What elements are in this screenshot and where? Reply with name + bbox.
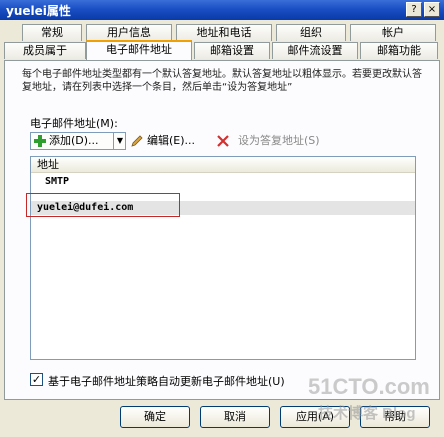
highlight-callout: [26, 193, 180, 217]
tab-mailbox-features[interactable]: 邮箱功能: [360, 42, 438, 59]
tab-user-info[interactable]: 用户信息: [86, 24, 172, 41]
help-title-button[interactable]: ?: [406, 2, 422, 17]
watermark-logo: 51CTO.com: [308, 374, 430, 399]
watermark-subtitle: 技术博客 Blog: [318, 405, 416, 422]
tab-address-phone[interactable]: 地址和电话: [176, 24, 272, 41]
set-reply-button-label: 设为答复地址(S): [238, 134, 320, 147]
tab-mailbox-settings[interactable]: 邮箱设置: [194, 42, 270, 59]
pencil-icon: [131, 135, 143, 147]
tab-organization[interactable]: 组织: [276, 24, 346, 41]
delete-x-icon: [217, 135, 229, 147]
window-title: yuelei属性: [6, 4, 71, 18]
tab-general[interactable]: 常规: [22, 24, 82, 41]
properties-dialog: yuelei属性 ? × 常规 用户信息 地址和电话 组织 帐户 成员属于 电子…: [0, 0, 444, 437]
tab-account[interactable]: 帐户: [350, 24, 436, 41]
cancel-button[interactable]: 取消: [200, 406, 270, 428]
title-bar: yuelei属性 ? ×: [0, 0, 444, 20]
list-group-smtp: SMTP: [45, 176, 70, 187]
add-icon: [34, 135, 46, 147]
auto-update-checkbox[interactable]: ✓: [30, 373, 43, 386]
ok-button[interactable]: 确定: [120, 406, 190, 428]
edit-button-label: 编辑(E)...: [147, 134, 196, 147]
email-address-list[interactable]: 地址 SMTP yuelei@dufei.com: [30, 156, 416, 360]
auto-update-label: 基于电子邮件地址策略自动更新电子邮件地址(U): [48, 375, 285, 388]
add-button-label: 添加(D)...: [49, 134, 99, 147]
list-header[interactable]: 地址: [31, 157, 415, 173]
chevron-down-icon[interactable]: ▼: [113, 133, 126, 149]
add-split-button[interactable]: 添加(D)... ▼: [30, 132, 126, 150]
tab-email-addresses[interactable]: 电子邮件地址: [86, 40, 192, 60]
tab-member-of[interactable]: 成员属于: [4, 42, 86, 59]
email-addresses-label: 电子邮件地址(M):: [30, 117, 118, 130]
description-text: 每个电子邮件地址类型都有一个默认答复地址。默认答复地址以粗体显示。若要更改默认答…: [22, 69, 422, 93]
close-button[interactable]: ×: [424, 2, 440, 17]
tab-mail-flow[interactable]: 邮件流设置: [272, 42, 358, 59]
